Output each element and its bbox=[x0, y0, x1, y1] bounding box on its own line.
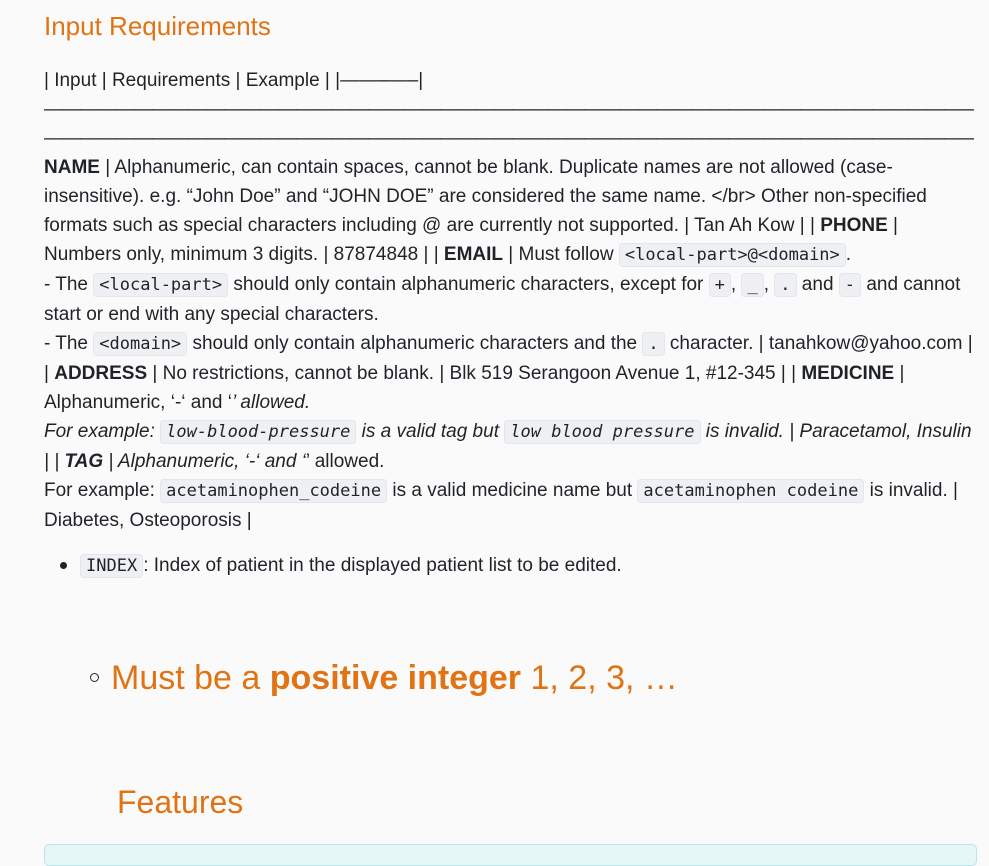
info-callout-box bbox=[44, 844, 977, 866]
local-part-text: should only contain alphanumeric charact… bbox=[228, 274, 709, 295]
local-part-code: <local-part> bbox=[93, 273, 229, 297]
local-part-prefix: - The bbox=[44, 274, 94, 295]
medicine-italic: ’ allowed. bbox=[231, 392, 311, 413]
dot-code: . bbox=[774, 273, 797, 297]
plus-code: + bbox=[708, 273, 731, 297]
domain-prefix: - The bbox=[44, 333, 94, 354]
requirements-paragraph: | Input | Requirements | Example | |——–—… bbox=[44, 70, 974, 531]
med-example-prefix: For example: bbox=[44, 480, 161, 501]
document-page: Input Requirements | Input | Requirement… bbox=[0, 0, 989, 866]
dash-code: - bbox=[838, 273, 862, 297]
address-label: ADDRESS bbox=[54, 363, 148, 384]
med-mid: is a valid medicine name but bbox=[387, 480, 638, 501]
domain-dot-code: . bbox=[642, 332, 665, 356]
sub-item-bold: positive integer bbox=[269, 659, 522, 697]
and-word: and bbox=[796, 274, 839, 295]
features-heading: Features bbox=[117, 784, 244, 820]
tag-mid: is a valid tag but bbox=[356, 421, 505, 442]
sub-item-suffix: 1, 2, 3, … bbox=[521, 659, 678, 697]
parameter-list: INDEX: Index of patient in the displayed… bbox=[58, 551, 622, 581]
phone-label: PHONE bbox=[820, 215, 888, 236]
tag-example-prefix: For example: bbox=[44, 421, 161, 442]
table-divider-line-2: ————————————————————————————————————————… bbox=[44, 128, 974, 149]
tag-example-block: For example: low-blood-pressure is a val… bbox=[44, 420, 972, 472]
tag-text: | Alphanumeric, ‘-‘ and ‘ bbox=[103, 451, 306, 472]
index-description: : Index of patient in the displayed pati… bbox=[143, 555, 622, 576]
domain-text: should only contain alphanumeric charact… bbox=[187, 333, 643, 354]
sub-list-item-positive-integer: Must be a positive integer 1, 2, 3, … bbox=[90, 653, 678, 703]
table-header-text: | Input | Requirements | Example | |——–—… bbox=[44, 70, 424, 91]
index-code: INDEX bbox=[80, 554, 144, 578]
med-invalid-code: acetaminophen codeine bbox=[637, 479, 865, 503]
email-format-code: <local-part>@<domain> bbox=[618, 243, 846, 267]
name-label: NAME bbox=[44, 157, 100, 178]
underscore-code: _ bbox=[741, 273, 764, 297]
name-text: | Alphanumeric, can contain spaces, cann… bbox=[44, 157, 927, 236]
table-divider-line-1: ————————————————————————————————————————… bbox=[44, 99, 974, 120]
domain-code: <domain> bbox=[93, 332, 188, 356]
tag-text-2: ’ allowed. bbox=[305, 451, 385, 472]
address-text: | No restrictions, cannot be blank. | Bl… bbox=[147, 363, 802, 384]
medicine-label: MEDICINE bbox=[801, 363, 895, 384]
tag-valid-code: low-blood-pressure bbox=[160, 420, 357, 444]
tag-label: TAG bbox=[64, 451, 104, 472]
email-label: EMAIL bbox=[443, 244, 504, 265]
tag-invalid-code: low blood pressure bbox=[504, 420, 701, 444]
email-period: . bbox=[845, 244, 852, 265]
circle-bullet-icon bbox=[90, 672, 99, 682]
email-text: | Must follow bbox=[503, 244, 619, 265]
bullet-icon bbox=[60, 562, 67, 569]
med-valid-code: acetaminophen_codeine bbox=[160, 479, 388, 503]
list-item-index: INDEX: Index of patient in the displayed… bbox=[58, 551, 622, 581]
input-requirements-heading: Input Requirements bbox=[44, 11, 271, 41]
sub-item-prefix: Must be a bbox=[111, 659, 270, 697]
